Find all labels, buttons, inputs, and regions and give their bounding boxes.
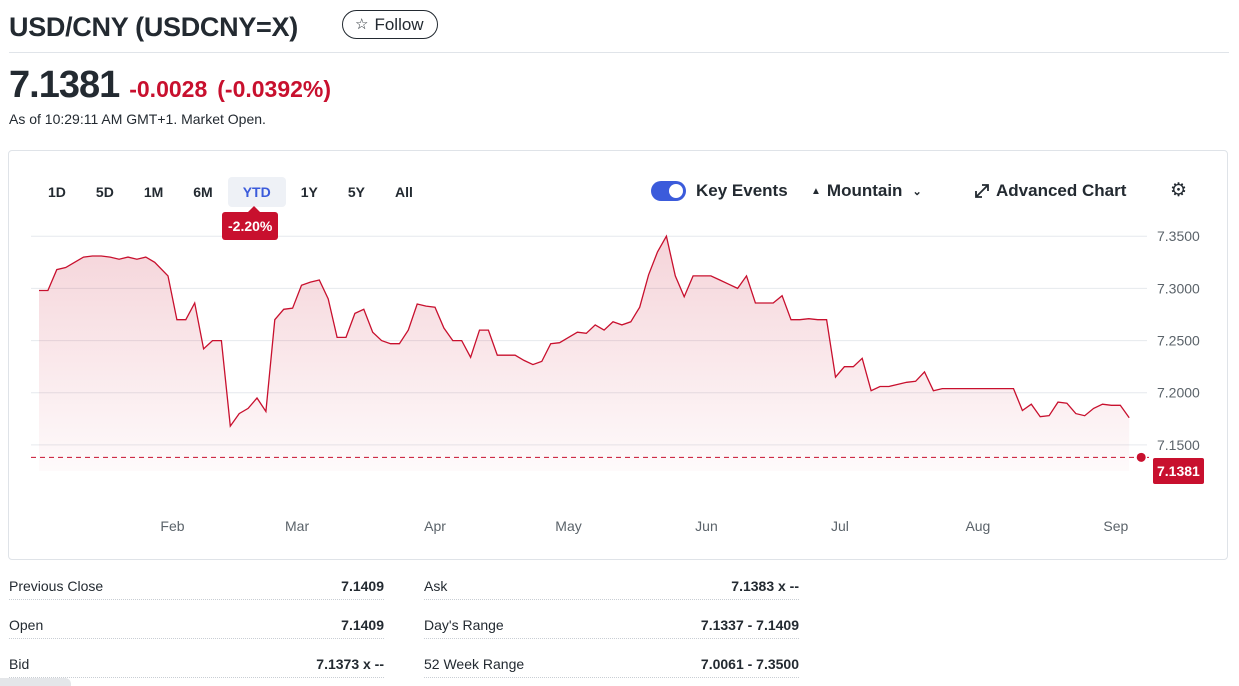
range-button-6m[interactable]: 6M: [178, 177, 227, 207]
stat-label: Previous Close: [9, 578, 104, 594]
price-chart[interactable]: 7.3500 7.3000 7.2500 7.2000 7.1500 Feb Mar Apr M…: [9, 151, 1229, 561]
star-outline-icon: ☆: [355, 16, 369, 33]
stat-value: 7.1373 x --: [316, 656, 384, 672]
range-button-1m[interactable]: 1M: [129, 177, 178, 207]
chevron-down-icon: ⌄: [912, 185, 922, 198]
stat-label: Open: [9, 617, 44, 633]
page-title: USD/CNY (USDCNY=X): [9, 12, 298, 42]
stat-label: Ask: [424, 578, 448, 594]
stat-label: 52 Week Range: [424, 656, 525, 672]
chart-card: 7.3500 7.3000 7.2500 7.2000 7.1500 Feb Mar Apr M…: [8, 150, 1228, 560]
stat-row: Ask 7.1383 x --: [424, 570, 799, 600]
stat-row: Bid 7.1373 x --: [9, 648, 384, 678]
stat-row: Day's Range 7.1337 - 7.1409: [424, 609, 799, 639]
stat-label: Bid: [9, 656, 30, 672]
y-tick-label: 7.3000: [1157, 280, 1200, 296]
advanced-chart-label: Advanced Chart: [996, 181, 1127, 200]
stat-row: Open 7.1409: [9, 609, 384, 639]
range-button-1y[interactable]: 1Y: [286, 177, 333, 207]
y-tick-label: 7.2500: [1157, 333, 1200, 349]
range-change-badge: -2.20%: [222, 206, 279, 240]
as-of-timestamp: As of 10:29:11 AM GMT+1. Market Open.: [9, 111, 266, 127]
follow-label: Follow: [374, 14, 424, 34]
expand-icon: [975, 184, 989, 198]
x-tick-label: Feb: [160, 518, 184, 534]
chart-type-dropdown[interactable]: ▲ Mountain ⌄: [811, 181, 922, 201]
x-tick-label: May: [555, 518, 581, 534]
stat-value: 7.0061 - 7.3500: [700, 656, 799, 672]
range-button-ytd[interactable]: YTD: [227, 177, 286, 207]
x-tick-label: Jul: [831, 518, 849, 534]
follow-button[interactable]: ☆ Follow: [342, 10, 438, 39]
y-tick-label: 7.3500: [1157, 228, 1200, 244]
price-change: -0.0028: [129, 76, 208, 102]
x-tick-label: Jun: [695, 518, 718, 534]
page-header: USD/CNY (USDCNY=X) ☆ Follow: [9, 8, 1229, 53]
current-price-tag: 7.1381: [1153, 458, 1204, 484]
current-price: 7.1381: [9, 64, 120, 106]
price-change-percent: (-0.0392%): [217, 76, 332, 102]
x-tick-label: Apr: [424, 518, 446, 534]
key-events-toggle[interactable]: Key Events: [651, 181, 788, 201]
toggle-knob: [669, 184, 683, 198]
toggle-switch[interactable]: [651, 181, 686, 201]
stat-label: Day's Range: [424, 617, 504, 633]
stat-value: 7.1337 - 7.1409: [700, 617, 799, 633]
stat-row: Previous Close 7.1409: [9, 570, 384, 600]
range-button-5y[interactable]: 5Y: [333, 177, 380, 207]
y-tick-label: 7.1500: [1157, 437, 1200, 453]
advanced-chart-button[interactable]: Advanced Chart: [975, 181, 1126, 201]
chart-type-label: Mountain: [826, 181, 903, 200]
x-tick-label: Mar: [285, 518, 309, 534]
gear-icon[interactable]: ⚙: [1170, 181, 1187, 201]
mountain-icon: ▲: [811, 185, 821, 197]
stat-value: 7.1409: [341, 617, 384, 633]
range-button-all[interactable]: All: [380, 177, 428, 207]
x-tick-label: Sep: [1103, 518, 1128, 534]
y-tick-label: 7.2000: [1157, 385, 1200, 401]
scrollbar[interactable]: [0, 678, 71, 686]
stat-row: 52 Week Range 7.0061 - 7.3500: [424, 648, 799, 678]
stat-value: 7.1409: [341, 578, 384, 594]
range-button-5d[interactable]: 5D: [81, 177, 129, 207]
quote-price-row: 7.1381 -0.0028 (-0.0392%): [9, 64, 331, 110]
key-events-label: Key Events: [696, 181, 788, 200]
range-button-1d[interactable]: 1D: [33, 177, 81, 207]
stat-value: 7.1383 x --: [731, 578, 799, 594]
range-selector: 1D 5D 1M 6M YTD 1Y 5Y All: [33, 177, 428, 207]
x-tick-label: Aug: [965, 518, 990, 534]
current-price-dot: [1136, 452, 1146, 462]
price-area: [39, 236, 1130, 471]
